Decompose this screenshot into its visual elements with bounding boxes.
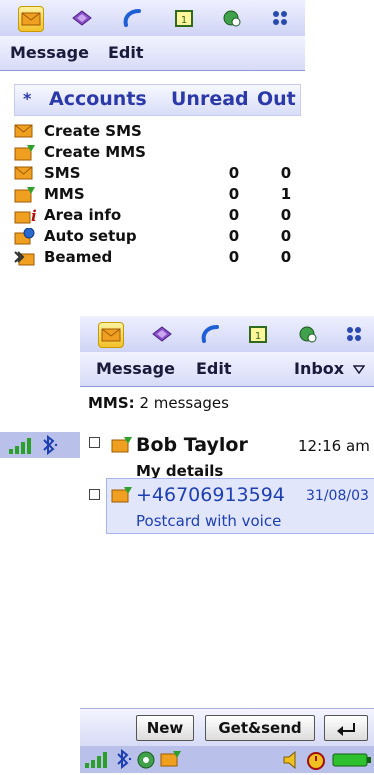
- menu-message[interactable]: Message: [96, 359, 175, 378]
- phone-icon[interactable]: [120, 6, 144, 30]
- star-column: *: [23, 89, 32, 108]
- calendar-icon[interactable]: 1: [246, 322, 270, 346]
- mms-icon: [111, 486, 132, 504]
- message-subject: Postcard with voice: [136, 512, 282, 530]
- back-button[interactable]: [324, 715, 368, 741]
- mms-icon: [14, 144, 36, 162]
- unread-column[interactable]: Unread: [171, 88, 249, 110]
- bluetooth-icon: [40, 434, 58, 459]
- count-text: 2 messages: [139, 394, 229, 412]
- unread-count: 0: [228, 227, 240, 245]
- unread-count: 0: [228, 248, 240, 266]
- folder-dropdown[interactable]: Inbox: [294, 359, 366, 378]
- account-row-create-mms[interactable]: Create MMS: [14, 142, 299, 163]
- speaker-icon: [282, 750, 300, 773]
- status-bar: [0, 432, 82, 458]
- bluetooth-icon: [114, 748, 132, 773]
- account-row-area-info[interactable]: i Area info 0 0: [14, 205, 299, 226]
- message-count: MMS: 2 messages: [88, 394, 229, 412]
- account-row-auto-setup[interactable]: Auto setup 0 0: [14, 226, 299, 247]
- signal-icon: [8, 437, 34, 459]
- unread-count: 0: [228, 164, 240, 182]
- account-row-sms[interactable]: SMS 0 0: [14, 163, 299, 184]
- out-count: 1: [280, 185, 292, 203]
- web-icon[interactable]: [296, 322, 320, 346]
- softkey-bar: New Get&send: [80, 708, 374, 747]
- inbox-window: 1 Message Edit Inbox MMS: 2 messages Bob…: [80, 316, 374, 773]
- menu-grid-icon[interactable]: [268, 6, 292, 30]
- account-label: Create MMS: [44, 143, 146, 161]
- out-count: 0: [280, 164, 292, 182]
- sms-icon: [14, 165, 36, 183]
- out-count: 0: [280, 227, 292, 245]
- messaging-icon[interactable]: [98, 322, 124, 348]
- unread-count: 0: [228, 185, 240, 203]
- account-label: Beamed: [44, 248, 113, 266]
- web-icon[interactable]: [220, 6, 244, 30]
- message-sender: Bob Taylor: [136, 434, 248, 456]
- out-count: 0: [280, 248, 292, 266]
- account-label: Auto setup: [44, 227, 137, 245]
- menu-bar: Message Edit Inbox: [80, 352, 374, 387]
- account-row-create-sms[interactable]: Create SMS: [14, 121, 299, 142]
- phone-icon[interactable]: [198, 322, 222, 346]
- auto-setup-icon: [14, 227, 36, 246]
- battery-icon: [332, 752, 372, 772]
- unread-count: 0: [228, 206, 240, 224]
- accounts-column[interactable]: Accounts: [49, 88, 147, 110]
- chevron-down-icon: [352, 365, 366, 375]
- calendar-icon[interactable]: 1: [172, 6, 196, 30]
- mms-icon: [14, 186, 36, 204]
- area-info-icon: i: [14, 207, 37, 225]
- folder-label: Inbox: [294, 359, 345, 378]
- status-bar: [80, 746, 374, 773]
- message-checkbox[interactable]: [89, 437, 100, 448]
- accounts-header: * Accounts Unread Out: [14, 84, 301, 116]
- account-row-beamed[interactable]: Beamed 0 0: [14, 247, 299, 268]
- message-time: 12:16 am: [298, 437, 370, 455]
- message-time: 31/08/03: [306, 488, 369, 504]
- account-label: Create SMS: [44, 122, 142, 140]
- mms-icon: [111, 436, 132, 454]
- account-label: MMS: [44, 185, 85, 203]
- signal-icon: [84, 751, 110, 773]
- app-bar: 1: [0, 0, 305, 37]
- messaging-icon[interactable]: [18, 6, 44, 32]
- menu-grid-icon[interactable]: [342, 322, 366, 346]
- account-row-mms[interactable]: MMS 0 1: [14, 184, 299, 205]
- app-bar: 1: [80, 316, 374, 353]
- get-send-button[interactable]: Get&send: [205, 715, 315, 741]
- svg-text:1: 1: [255, 331, 261, 342]
- menu-edit[interactable]: Edit: [108, 43, 144, 62]
- svg-text:1: 1: [181, 15, 187, 26]
- alarm-icon: [304, 749, 328, 775]
- count-label: MMS:: [88, 394, 135, 412]
- menu-edit[interactable]: Edit: [196, 359, 232, 378]
- back-arrow-icon: [337, 723, 355, 736]
- account-label: Area info: [44, 206, 122, 224]
- contacts-icon[interactable]: [70, 6, 94, 30]
- web-icon: [136, 750, 156, 774]
- message-sender: +46706913594: [136, 484, 285, 506]
- beamed-icon: [14, 249, 36, 267]
- menu-bar: Message Edit: [0, 36, 305, 71]
- contacts-icon[interactable]: [150, 322, 174, 346]
- message-checkbox[interactable]: [89, 489, 100, 500]
- mms-icon: [160, 750, 182, 772]
- new-button[interactable]: New: [136, 715, 194, 741]
- sms-icon: [14, 123, 36, 141]
- svg-text:i: i: [31, 207, 36, 225]
- account-label: SMS: [44, 164, 81, 182]
- menu-message[interactable]: Message: [10, 43, 89, 62]
- out-column[interactable]: Out: [257, 88, 296, 110]
- out-count: 0: [280, 206, 292, 224]
